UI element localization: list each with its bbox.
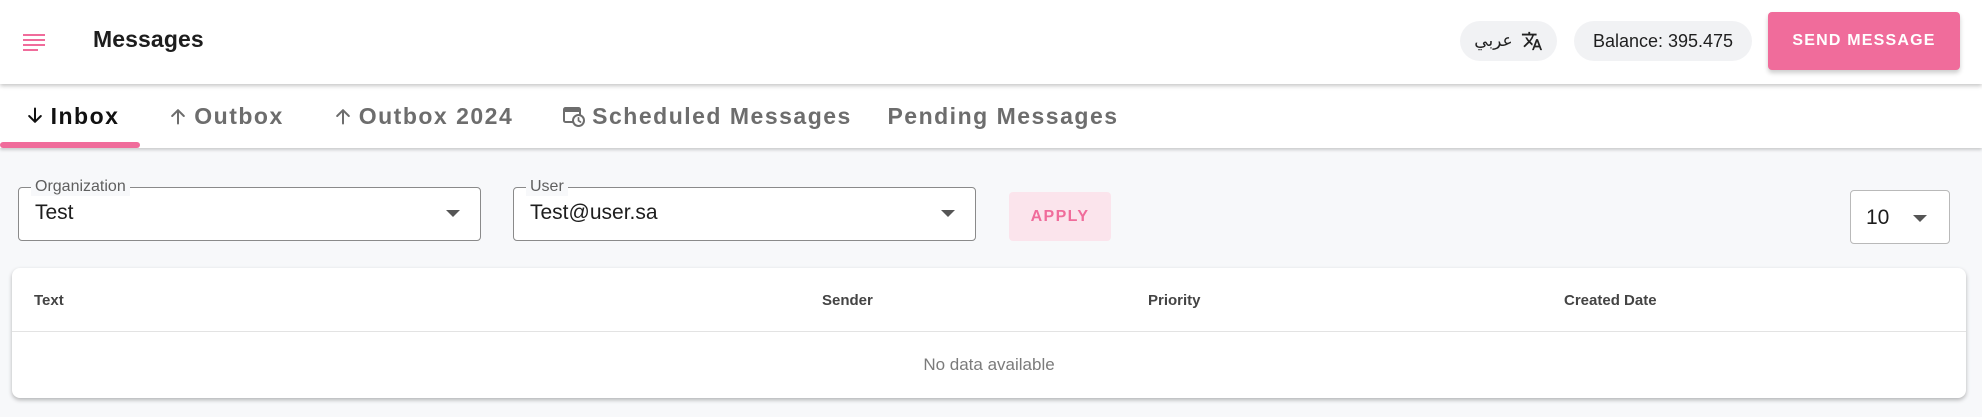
language-toggle-button[interactable]: عربي — [1460, 21, 1557, 61]
tab-label: Outbox 2024 — [358, 102, 514, 129]
tab-label: Pending Messages — [887, 102, 1119, 129]
tab-outbox-2024[interactable]: Outbox 2024 — [330, 84, 516, 148]
table-header: Text Sender Priority Created Date — [12, 268, 1966, 332]
organization-select[interactable]: Organization Test — [18, 178, 481, 241]
message-tabs: Inbox Outbox Outbox 2024 Scheduled Messa… — [0, 84, 1982, 148]
menu-icon — [23, 34, 45, 51]
messages-table: Text Sender Priority Created Date No dat… — [12, 268, 1966, 398]
organization-value: Test — [35, 201, 74, 224]
app-bar: Messages عربي Balance: 395.475 SEND MESS… — [0, 0, 1982, 84]
tab-label: Outbox — [194, 102, 284, 129]
user-select[interactable]: User Test@user.sa — [513, 178, 976, 241]
tab-label: Inbox — [50, 102, 120, 129]
tab-label: Scheduled Messages — [592, 102, 852, 129]
column-header-created-date[interactable]: Created Date — [1564, 292, 1657, 309]
items-per-page-select[interactable]: 10 — [1850, 190, 1950, 244]
apply-button[interactable]: APPLY — [1009, 192, 1111, 241]
column-header-text[interactable]: Text — [34, 292, 64, 309]
page-title: Messages — [93, 26, 204, 52]
tab-scheduled-messages[interactable]: Scheduled Messages — [560, 84, 854, 148]
column-header-sender[interactable]: Sender — [822, 292, 873, 309]
items-per-page-value: 10 — [1866, 206, 1890, 229]
arrow-up-icon — [335, 109, 350, 125]
column-header-priority[interactable]: Priority — [1148, 292, 1201, 309]
organization-label: Organization — [31, 178, 130, 196]
arrow-up-icon — [171, 109, 186, 125]
tab-pending-messages[interactable]: Pending Messages — [886, 84, 1120, 148]
tab-outbox[interactable]: Outbox — [166, 84, 286, 148]
language-label: عربي — [1474, 31, 1513, 50]
arrow-down-icon — [27, 107, 42, 123]
user-label: User — [526, 178, 568, 196]
send-message-button[interactable]: SEND MESSAGE — [1768, 12, 1960, 70]
scheduled-calendar-icon — [563, 107, 586, 127]
menu-button[interactable] — [12, 22, 56, 62]
tab-inbox[interactable]: Inbox — [16, 84, 128, 148]
caret-down-icon — [1913, 215, 1927, 222]
balance-chip: Balance: 395.475 — [1574, 21, 1752, 61]
user-value: Test@user.sa — [530, 201, 658, 224]
active-tab-indicator — [0, 142, 140, 148]
caret-down-icon — [941, 210, 955, 217]
translate-icon — [1521, 31, 1542, 51]
caret-down-icon — [446, 210, 460, 217]
empty-state-text: No data available — [923, 355, 1055, 374]
